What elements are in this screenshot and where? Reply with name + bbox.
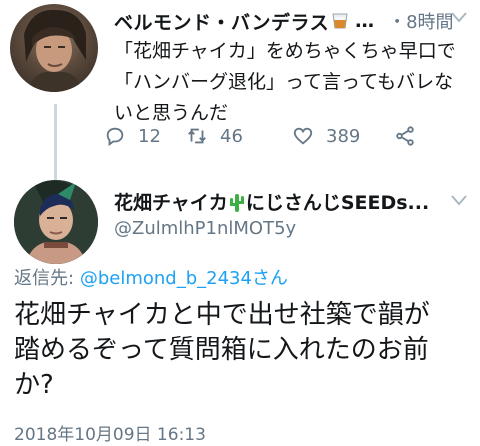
retweet-count: 46 bbox=[220, 125, 243, 147]
tweet2-handle[interactable]: @ZulmlhP1nlMOT5y bbox=[114, 218, 296, 239]
avatar-belmond[interactable] bbox=[10, 4, 98, 92]
cactus-emoji-icon bbox=[229, 192, 245, 212]
tweet2-header: 花畑チャイカ にじさんじSEEDs... bbox=[114, 188, 468, 215]
tweet1-header: ベルモンド・バンデラス … ・8時間 bbox=[114, 6, 468, 36]
tweet2-display-name-part2[interactable]: にじさんじSEEDs... bbox=[246, 188, 429, 215]
tweet1-display-name[interactable]: ベルモンド・バンデラス bbox=[114, 8, 329, 35]
like-button[interactable]: 389 bbox=[292, 125, 360, 147]
tweet1-text: 「花畑チャイカ」をめちゃくちゃ早口で 「ハンバーグ退化」って言ってもバレな いと… bbox=[114, 40, 456, 124]
heart-icon bbox=[293, 127, 313, 145]
like-count: 389 bbox=[326, 125, 361, 147]
tweet1-time[interactable]: ・8時間 bbox=[388, 8, 453, 34]
avatar-chaika[interactable] bbox=[14, 180, 98, 264]
share-button[interactable] bbox=[394, 125, 416, 147]
reply-button[interactable]: 12 bbox=[104, 125, 161, 147]
retweet-icon bbox=[188, 128, 206, 144]
share-icon bbox=[396, 126, 414, 146]
chevron-down-icon[interactable] bbox=[450, 193, 468, 207]
tweet2-display-name-part1[interactable]: 花畑チャイカ bbox=[114, 188, 228, 215]
reply-count: 12 bbox=[138, 125, 161, 147]
name-truncation: … bbox=[355, 10, 375, 32]
reply-to-label: 返信先: bbox=[14, 268, 75, 289]
thread-connector-line bbox=[54, 104, 57, 180]
retweet-button[interactable]: 46 bbox=[186, 125, 243, 147]
tweet2-text: 花畑チャイカと中で出せ社築で韻が 踏めるぞって質問箱に入れたのお前 か? bbox=[14, 300, 430, 400]
reply-icon bbox=[106, 127, 124, 147]
chevron-down-icon[interactable] bbox=[450, 10, 468, 24]
tweet2-timestamp[interactable]: 2018年10月09日 16:13 bbox=[14, 420, 206, 445]
reply-to-line: 返信先: @belmond_b_2434さん bbox=[14, 264, 288, 290]
reply-mention-link[interactable]: @belmond_b_2434さん bbox=[80, 268, 288, 289]
glass-emoji-icon bbox=[331, 12, 349, 30]
tweet1-action-bar: 12 46 389 bbox=[104, 122, 464, 150]
